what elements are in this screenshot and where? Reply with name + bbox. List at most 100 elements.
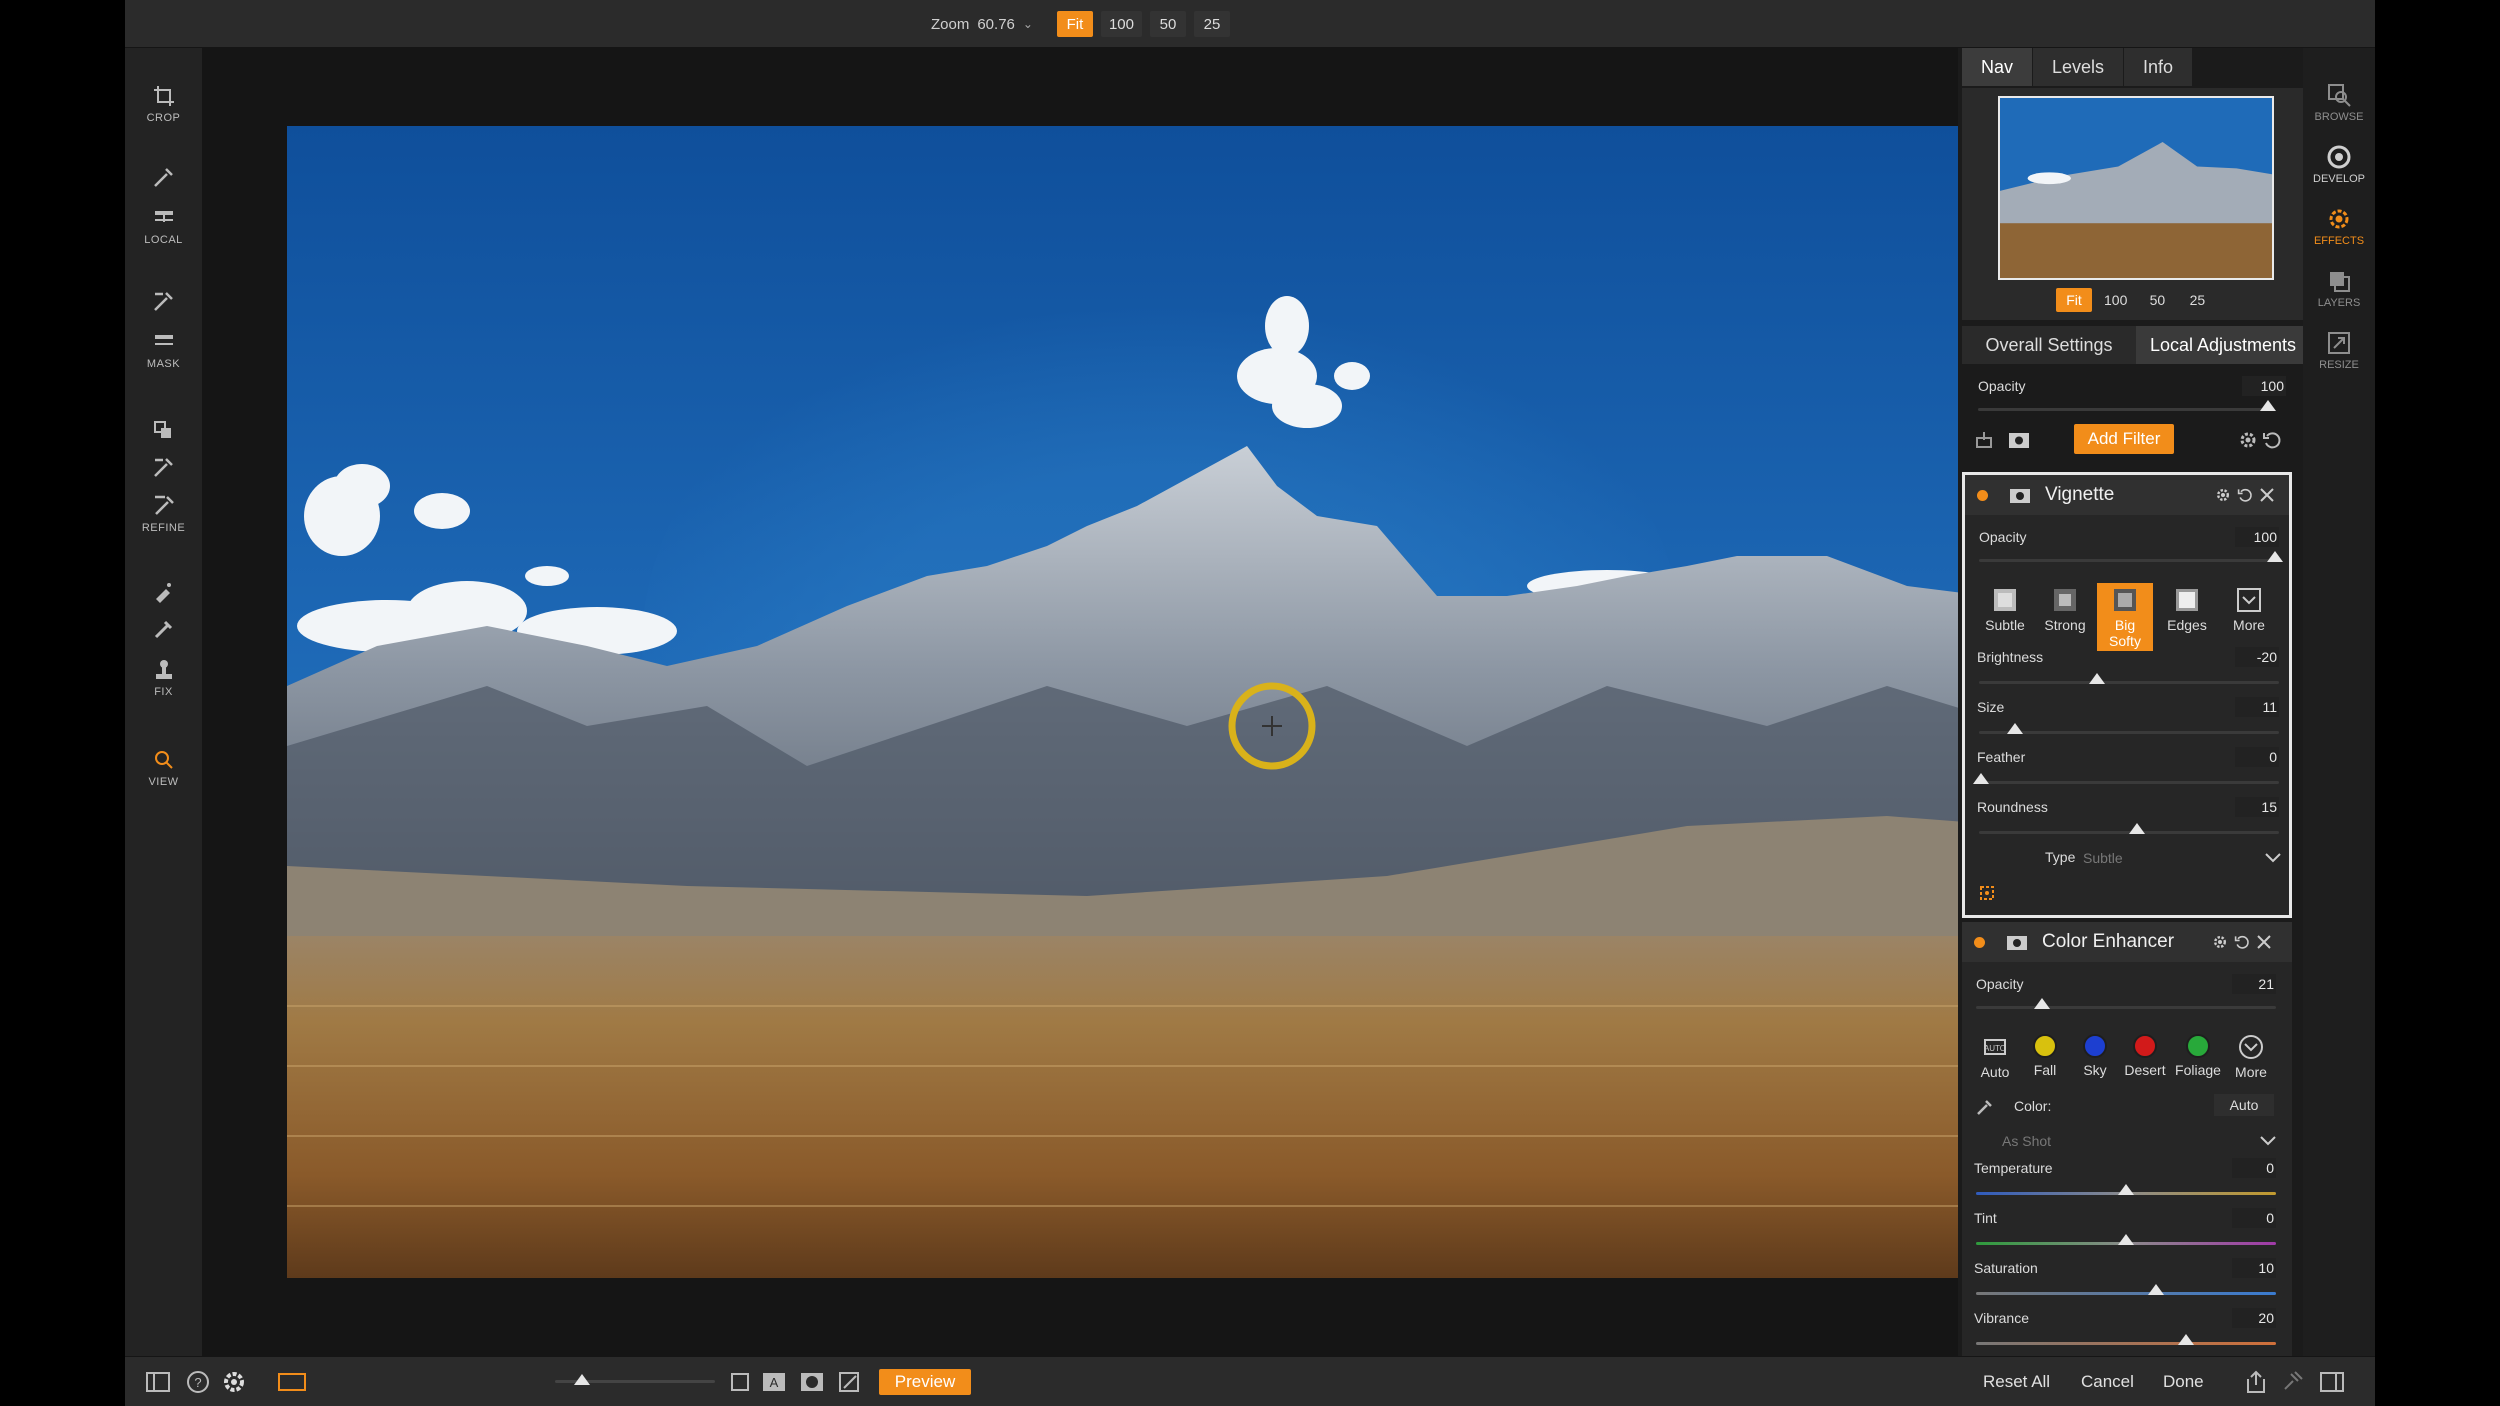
vignette-header[interactable]: Vignette [1965,475,2289,515]
preset-subtle[interactable]: Subtle [1977,587,2033,633]
brush-overlay-icon[interactable] [837,1369,863,1395]
tab-nav[interactable]: Nav [1962,48,2034,86]
preset-big-softy[interactable]: Big Softy [2097,583,2153,651]
mask-camera-icon[interactable] [2009,487,2031,505]
preset-strong[interactable]: Strong [2037,587,2093,633]
ce-preset-desert[interactable]: Desert [2120,1034,2170,1078]
preset-more[interactable]: More [2221,587,2277,633]
module-develop[interactable]: DEVELOP [2303,144,2375,185]
size-handle[interactable] [2007,723,2023,734]
gear-icon[interactable] [2215,487,2231,503]
gear-icon[interactable] [221,1369,247,1395]
chevron-down-icon[interactable]: ⌄ [1023,17,1033,31]
add-filter-button[interactable]: Add Filter [2074,424,2174,454]
cancel-button[interactable]: Cancel [2081,1369,2134,1395]
filter-enabled-dot[interactable] [1977,490,1988,501]
refine-tool[interactable]: REFINE [125,494,202,534]
vignette-opacity-handle[interactable] [2267,551,2283,562]
compare-view-icon[interactable] [277,1369,307,1395]
help-icon[interactable]: ? [185,1369,211,1395]
fix-tool[interactable]: FIX [125,658,202,698]
ce-opacity-track[interactable] [1976,1006,2276,1009]
mask-brush-icon[interactable] [151,290,175,314]
mask-view-icon[interactable] [729,1369,751,1395]
close-icon[interactable] [2259,487,2275,503]
view-tool[interactable]: VIEW [125,748,202,788]
tab-overall-settings[interactable]: Overall Settings [1962,326,2136,364]
saturation-handle[interactable] [2148,1284,2164,1295]
tint-value[interactable]: 0 [2232,1208,2276,1228]
color-enhancer-header[interactable]: Color Enhancer [1962,922,2292,962]
local-brush-icon[interactable] [151,166,175,190]
nav-zoom-fit-button[interactable]: Fit [2056,288,2092,312]
panel-toggle-left-icon[interactable] [145,1369,171,1395]
ce-preset-auto[interactable]: AUTO Auto [1970,1034,2020,1080]
white-balance-dropdown[interactable]: As Shot [2002,1130,2278,1152]
brightness-value[interactable]: -20 [2235,647,2279,667]
zoom-fit-button[interactable]: Fit [1056,11,1093,37]
eyedropper-icon[interactable] [1976,1098,1994,1116]
layer-stack-icon[interactable] [1974,430,1994,450]
feather-value[interactable]: 0 [2235,747,2279,767]
saturation-value[interactable]: 10 [2232,1258,2276,1278]
saturation-track[interactable] [1976,1292,2276,1295]
tab-info[interactable]: Info [2124,48,2194,86]
share-icon[interactable] [2243,1369,2269,1395]
mask-camera-icon[interactable] [2006,934,2028,952]
retouch-icon[interactable] [151,580,175,604]
size-track[interactable] [1979,731,2279,734]
module-resize[interactable]: RESIZE [2303,330,2375,371]
plugin-icon[interactable] [2281,1369,2307,1395]
local-tool[interactable]: LOCAL [125,206,202,246]
panel-toggle-right-icon[interactable] [2319,1369,2345,1395]
ce-preset-foliage[interactable]: Foliage [2170,1034,2226,1078]
zoom-50-button[interactable]: 50 [1149,11,1186,37]
gear-icon[interactable] [2238,430,2258,450]
vignette-opacity-value[interactable]: 100 [2235,527,2279,547]
feather-track[interactable] [1979,781,2279,784]
vibrance-track[interactable] [1976,1342,2276,1345]
module-effects[interactable]: EFFECTS [2303,206,2375,247]
filter-enabled-dot[interactable] [1974,937,1985,948]
overall-opacity-handle[interactable] [2260,400,2276,411]
clone-brush-icon[interactable] [151,618,175,642]
reset-all-button[interactable]: Reset All [1983,1369,2050,1395]
navigator-thumbnail[interactable] [1998,96,2274,280]
ce-preset-fall[interactable]: Fall [2020,1034,2070,1078]
brightness-track[interactable] [1979,681,2279,684]
zoom-100-button[interactable]: 100 [1100,11,1142,37]
overall-opacity-value[interactable]: 100 [2242,376,2286,396]
module-browse[interactable]: BROWSE [2303,82,2375,123]
temperature-value[interactable]: 0 [2232,1158,2276,1178]
size-value[interactable]: 11 [2235,697,2279,717]
zoom-slider-handle[interactable] [574,1374,590,1385]
vibrance-value[interactable]: 20 [2232,1308,2276,1328]
nav-zoom-25-button[interactable]: 25 [2179,288,2216,312]
image-canvas[interactable] [202,48,2082,1356]
zoom-value[interactable]: 60.76 [977,16,1015,33]
roundness-handle[interactable] [2129,823,2145,834]
landscape-photo[interactable] [287,126,2018,1278]
gear-icon[interactable] [2212,934,2228,950]
brightness-handle[interactable] [2089,673,2105,684]
ce-preset-sky[interactable]: Sky [2070,1034,2120,1078]
text-overlay-icon[interactable]: A [761,1369,787,1395]
temperature-handle[interactable] [2118,1184,2134,1195]
nav-zoom-100-button[interactable]: 100 [2096,288,2136,312]
reset-icon[interactable] [2234,934,2250,950]
reset-icon[interactable] [2262,430,2282,450]
vignette-opacity-track[interactable] [1979,559,2279,562]
ce-preset-more[interactable]: More [2226,1034,2276,1080]
color-auto-button[interactable]: Auto [2214,1094,2274,1116]
type-dropdown[interactable]: Subtle [2083,847,2283,869]
done-button[interactable]: Done [2163,1369,2204,1395]
target-icon[interactable] [1979,885,1995,901]
tab-local-adjustments[interactable]: Local Adjustments [2136,326,2310,364]
ce-opacity-value[interactable]: 21 [2232,974,2276,994]
close-icon[interactable] [2256,934,2272,950]
circle-mask-icon[interactable] [799,1369,825,1395]
tab-levels[interactable]: Levels [2033,48,2125,86]
tint-handle[interactable] [2118,1234,2134,1245]
ce-opacity-handle[interactable] [2034,998,2050,1009]
module-layers[interactable]: LAYERS [2303,268,2375,309]
